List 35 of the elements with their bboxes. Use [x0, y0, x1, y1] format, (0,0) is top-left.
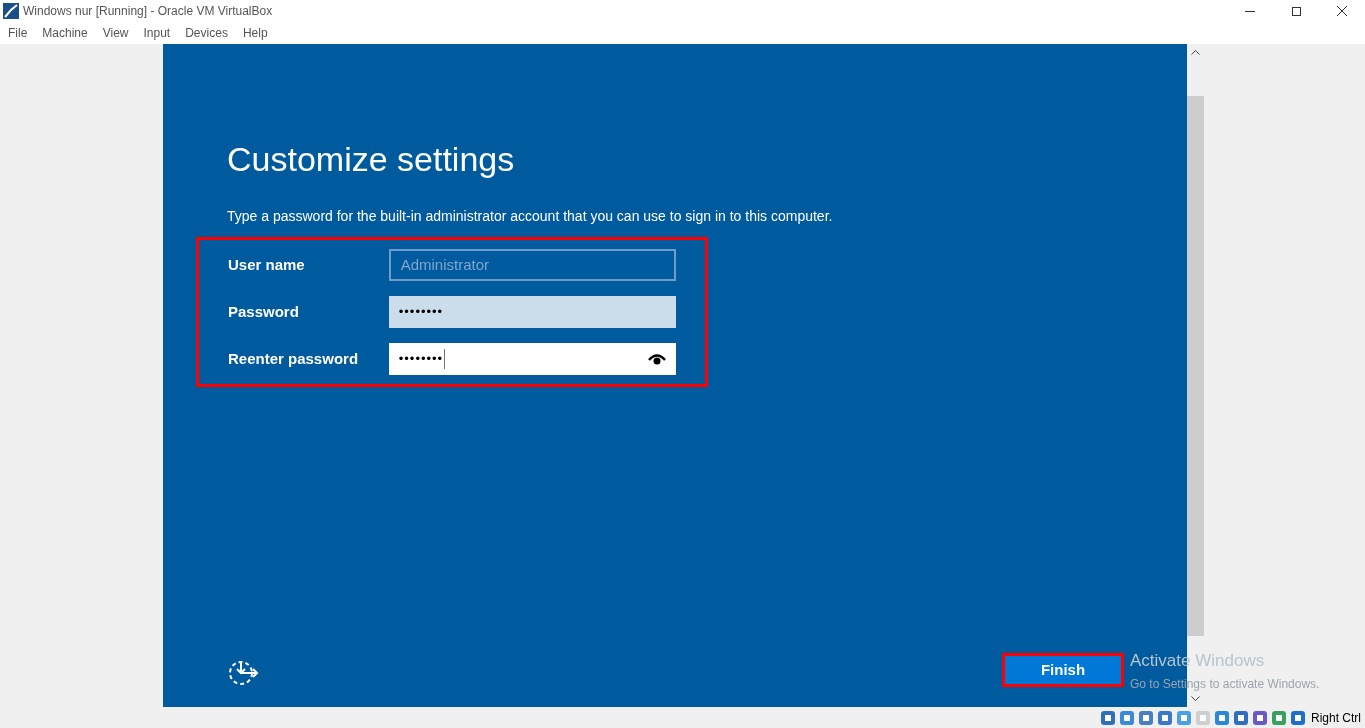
instruction-text: Type a password for the built-in administrator account that you can use to sign in to this computer. [227, 207, 834, 226]
device-status-icon[interactable] [1138, 709, 1154, 726]
app-icon [3, 3, 19, 19]
field-label: User name [228, 254, 306, 275]
menu-item[interactable]: Devices [185, 24, 228, 42]
menu-item[interactable]: Machine [42, 24, 88, 42]
device-status-icon[interactable] [1290, 709, 1306, 726]
menu-item[interactable]: Input [143, 24, 171, 42]
device-status-icon[interactable] [1100, 709, 1116, 726]
menu-item[interactable]: View [102, 24, 129, 42]
device-status-icon[interactable] [1252, 709, 1268, 726]
field-value: •••••••• [398, 303, 444, 322]
close-icon[interactable] [1337, 6, 1347, 16]
password-field[interactable]: •••••••• [388, 296, 676, 328]
field-label: Password [228, 301, 300, 322]
page-heading: Customize settings [227, 142, 516, 176]
device-status-icon[interactable] [1271, 709, 1287, 726]
field-value: •••••••• [398, 350, 444, 369]
window-title: Windows nur [Running] - Oracle VM VirtualBox [23, 3, 273, 20]
scroll-up-icon[interactable] [1191, 50, 1200, 55]
finish-button[interactable]: Finish [1002, 653, 1124, 687]
device-status-icon[interactable] [1176, 709, 1192, 726]
eye-icon[interactable] [648, 353, 666, 365]
scrollbar-thumb[interactable] [1187, 96, 1204, 636]
menu-item[interactable]: Help [242, 24, 268, 42]
scroll-down-icon[interactable] [1191, 696, 1200, 701]
menu-item[interactable]: File [8, 24, 28, 42]
password-field[interactable]: •••••••• [388, 343, 676, 375]
field-value: Administrator [400, 254, 490, 275]
device-status-icon[interactable] [1157, 709, 1173, 726]
device-status-icon[interactable] [1214, 709, 1230, 726]
device-status-icon[interactable] [1233, 709, 1249, 726]
field-label: Reenter password [228, 348, 360, 369]
host-key-label: Right Ctrl [1311, 709, 1361, 727]
device-status-icon[interactable] [1119, 709, 1135, 726]
